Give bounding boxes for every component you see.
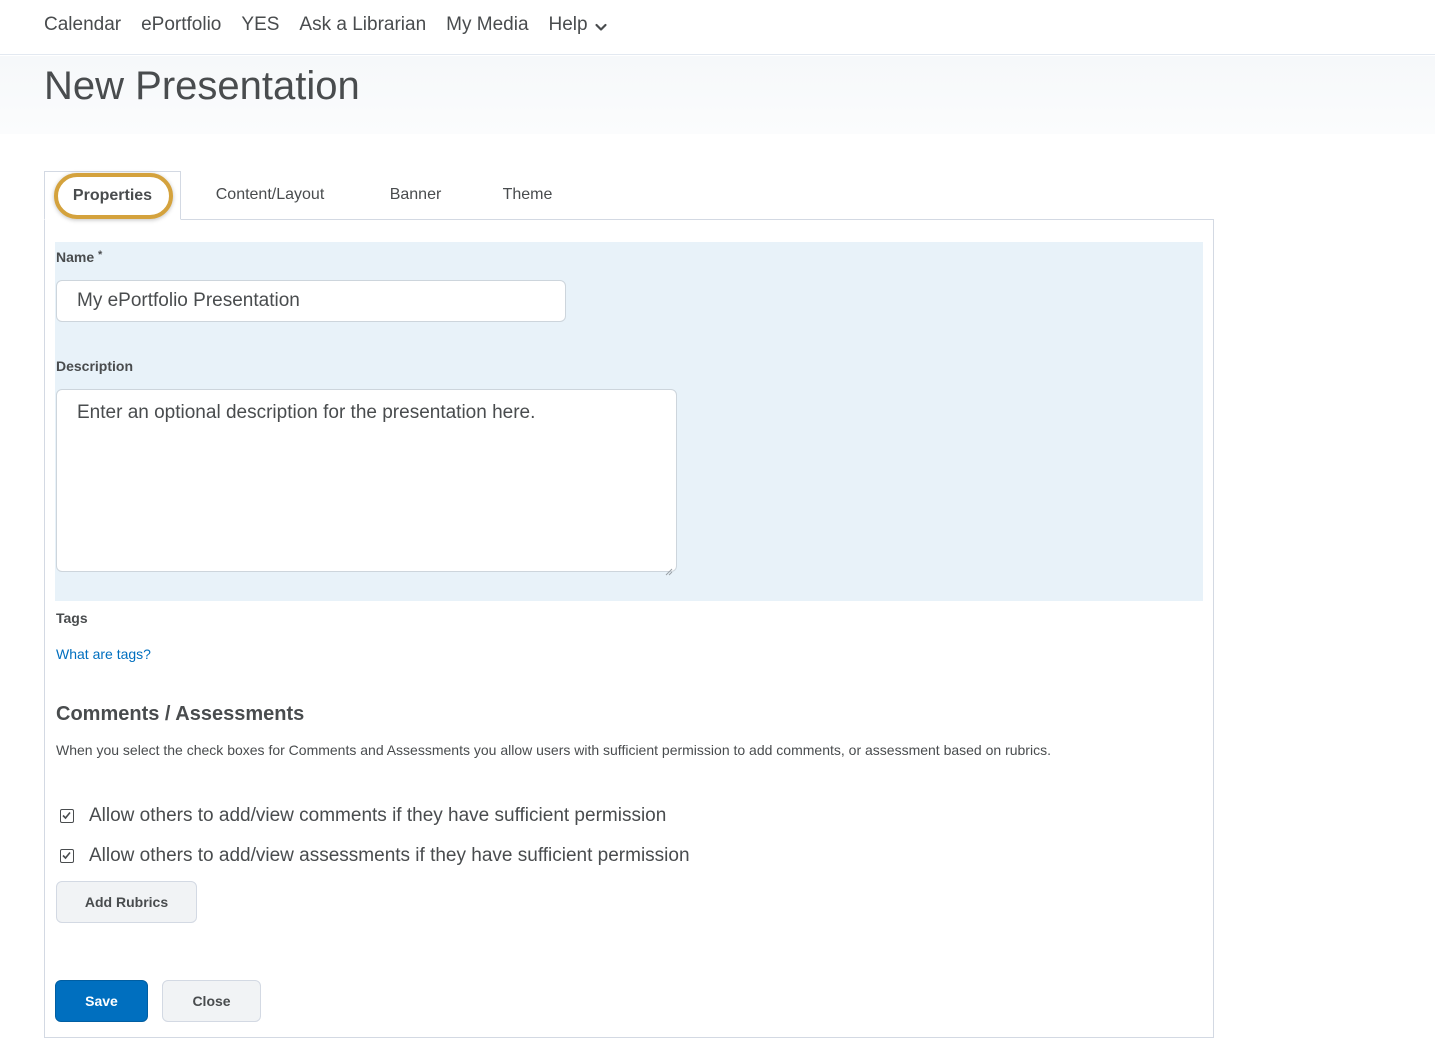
- assessments-checkbox-label[interactable]: Allow others to add/view assessments if …: [89, 845, 690, 867]
- required-mark: *: [98, 249, 103, 261]
- nav-item-yes[interactable]: YES: [241, 12, 279, 38]
- tags-label: Tags: [56, 610, 88, 626]
- tab-label: Banner: [389, 186, 442, 203]
- assessments-checkbox[interactable]: [60, 849, 74, 863]
- add-rubrics-button[interactable]: Add Rubrics: [56, 881, 197, 923]
- nav-item-label: Help: [548, 14, 588, 35]
- tab-label: Theme: [502, 186, 553, 203]
- assessments-option-row: Allow others to add/view assessments if …: [60, 845, 690, 867]
- nav-item-calendar[interactable]: Calendar: [44, 12, 121, 38]
- what-are-tags-link[interactable]: What are tags?: [56, 646, 151, 662]
- name-label: Name *: [56, 249, 102, 265]
- comments-help-text: When you select the check boxes for Comm…: [56, 742, 1051, 758]
- tab-bar: Properties Content/Layout Banner Theme: [44, 171, 583, 220]
- tab-label: Content/Layout: [215, 186, 325, 203]
- properties-panel: Name * My ePortfolio Presentation Descri…: [44, 219, 1214, 1038]
- nav-list: Calendar ePortfolio YES Ask a Librarian …: [44, 12, 628, 38]
- nav-item-label: YES: [241, 14, 280, 35]
- name-label-text: Name: [56, 249, 95, 265]
- description-placeholder: Enter an optional description for the pr…: [77, 402, 536, 423]
- comments-heading: Comments / Assessments: [56, 703, 305, 725]
- close-button[interactable]: Close: [162, 980, 261, 1022]
- name-input-value: My ePortfolio Presentation: [77, 290, 300, 311]
- checkmark-icon: [62, 811, 71, 820]
- nav-item-my-media[interactable]: My Media: [446, 12, 528, 38]
- tab-banner[interactable]: Banner: [359, 171, 472, 219]
- tab-content-layout[interactable]: Content/Layout: [181, 171, 359, 219]
- nav-item-eportfolio[interactable]: ePortfolio: [141, 12, 221, 38]
- highlight-ring: [54, 173, 173, 219]
- nav-item-ask-a-librarian[interactable]: Ask a Librarian: [299, 12, 426, 38]
- description-textarea[interactable]: Enter an optional description for the pr…: [56, 389, 677, 576]
- nav-item-label: My Media: [446, 14, 529, 35]
- description-label: Description: [56, 358, 134, 374]
- page-title: New Presentation: [44, 64, 360, 108]
- tab-properties[interactable]: Properties: [44, 171, 181, 220]
- comments-option-row: Allow others to add/view comments if the…: [60, 805, 666, 827]
- name-input[interactable]: My ePortfolio Presentation: [56, 280, 566, 322]
- nav-item-label: Ask a Librarian: [299, 14, 427, 35]
- chevron-down-icon: [594, 18, 608, 32]
- top-navigation: Calendar ePortfolio YES Ask a Librarian …: [0, 0, 1435, 55]
- checkmark-icon: [62, 851, 71, 860]
- comments-checkbox-label[interactable]: Allow others to add/view comments if the…: [89, 805, 666, 827]
- tab-theme[interactable]: Theme: [472, 171, 583, 219]
- nav-item-label: Calendar: [44, 14, 122, 35]
- nav-item-help[interactable]: Help: [549, 12, 608, 38]
- nav-item-label: ePortfolio: [141, 14, 222, 35]
- comments-checkbox[interactable]: [60, 809, 74, 823]
- save-button[interactable]: Save: [55, 980, 148, 1022]
- resize-grip-icon[interactable]: [665, 560, 673, 576]
